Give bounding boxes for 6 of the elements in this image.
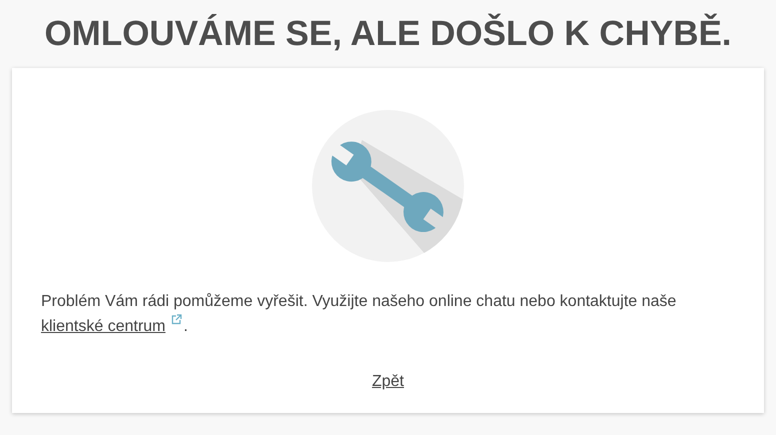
help-message: Problém Vám rádi pomůžeme vyřešit. Využijte našeho online chatu nebo kontaktujte naše klientské centrum . — [41, 292, 678, 337]
wrench-icon — [312, 110, 464, 262]
page-title: OMLOUVÁME SE, ALE DOŠLO K CHYBĚ. — [43, 12, 733, 55]
back-link[interactable]: Zpět — [372, 373, 404, 391]
client-center-link[interactable]: klientské centrum — [41, 318, 166, 335]
external-link-icon — [170, 314, 182, 325]
